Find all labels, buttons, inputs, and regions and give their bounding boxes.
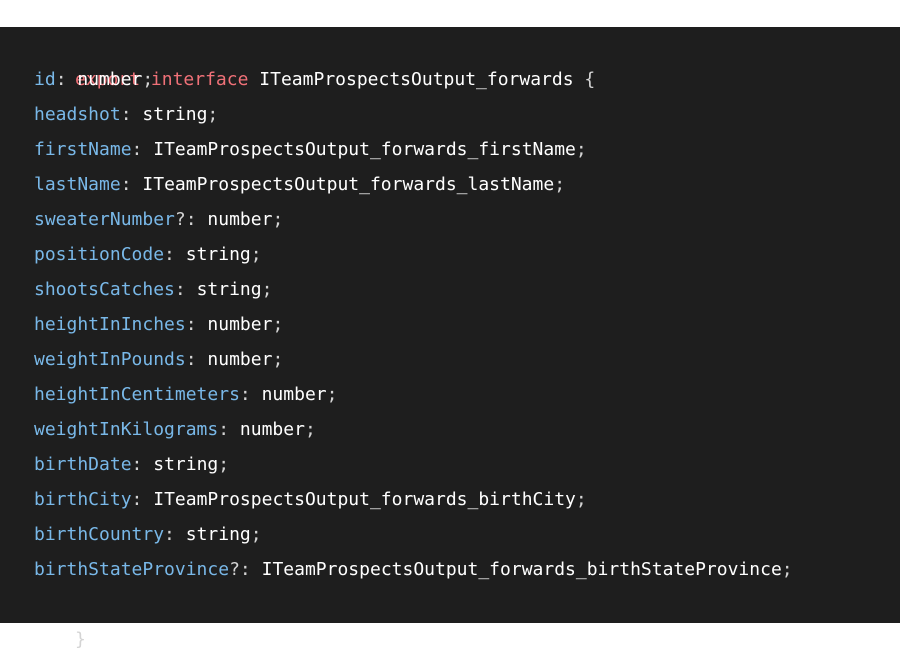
property-line: birthStateProvince?: ITeamProspectsOutpu… [34,559,793,580]
closing-brace-line: } [10,587,86,650]
property-name: positionCode [34,244,165,265]
property-type: number [239,419,305,440]
property-type: string [196,279,262,300]
property-name: id [34,69,56,90]
property-line: id: number; [34,69,154,90]
optional-marker: ? [174,209,186,230]
interface-keyword: interface [150,69,249,90]
property-name: weightInPounds [34,349,186,370]
property-name: sweaterNumber [34,209,175,230]
property-type: string [185,524,251,545]
close-brace: } [75,629,86,650]
property-line: heightInCentimeters: number; [34,384,338,405]
property-name: heightInCentimeters [34,384,240,405]
property-type: ITeamProspectsOutput_forwards_lastName [142,174,555,195]
property-line: birthDate: string; [34,454,230,475]
property-line: weightInPounds: number; [34,349,284,370]
property-name: heightInInches [34,314,186,335]
property-line: firstName: ITeamProspectsOutput_forwards… [34,139,587,160]
interface-name: ITeamProspectsOutput_forwards [259,69,574,90]
property-type: ITeamProspectsOutput_forwards_firstName [153,139,576,160]
property-line: birthCity: ITeamProspectsOutput_forwards… [34,489,587,510]
property-type: number [261,384,327,405]
property-line: positionCode: string; [34,244,262,265]
property-type: number [207,209,273,230]
property-type: number [207,349,273,370]
property-type: string [185,244,251,265]
property-type: number [207,314,273,335]
property-line: shootsCatches: string; [34,279,273,300]
property-line: birthCountry: string; [34,524,262,545]
property-line: weightInKilograms: number; [34,419,316,440]
property-name: lastName [34,174,121,195]
property-line: headshot: string; [34,104,219,125]
interface-declaration-line: export interface ITeamProspectsOutput_fo… [10,27,595,90]
property-type: ITeamProspectsOutput_forwards_birthState… [261,559,782,580]
property-type: string [142,104,208,125]
screenshot-stage: export interface ITeamProspectsOutput_fo… [0,0,900,650]
code-block: export interface ITeamProspectsOutput_fo… [0,27,900,650]
property-name: firstName [34,139,132,160]
property-name: shootsCatches [34,279,175,300]
property-name: headshot [34,104,121,125]
property-line: heightInInches: number; [34,314,284,335]
property-name: birthDate [34,454,132,475]
open-brace: { [584,69,596,90]
property-line: sweaterNumber?: number; [34,209,284,230]
property-type: ITeamProspectsOutput_forwards_birthCity [153,489,576,510]
property-name: birthCountry [34,524,165,545]
property-type: string [153,454,219,475]
property-type: number [77,69,143,90]
optional-marker: ? [229,559,240,580]
property-name: birthStateProvince [34,559,230,580]
property-line: lastName: ITeamProspectsOutput_forwards_… [34,174,566,195]
property-name: weightInKilograms [34,419,219,440]
property-name: birthCity [34,489,132,510]
